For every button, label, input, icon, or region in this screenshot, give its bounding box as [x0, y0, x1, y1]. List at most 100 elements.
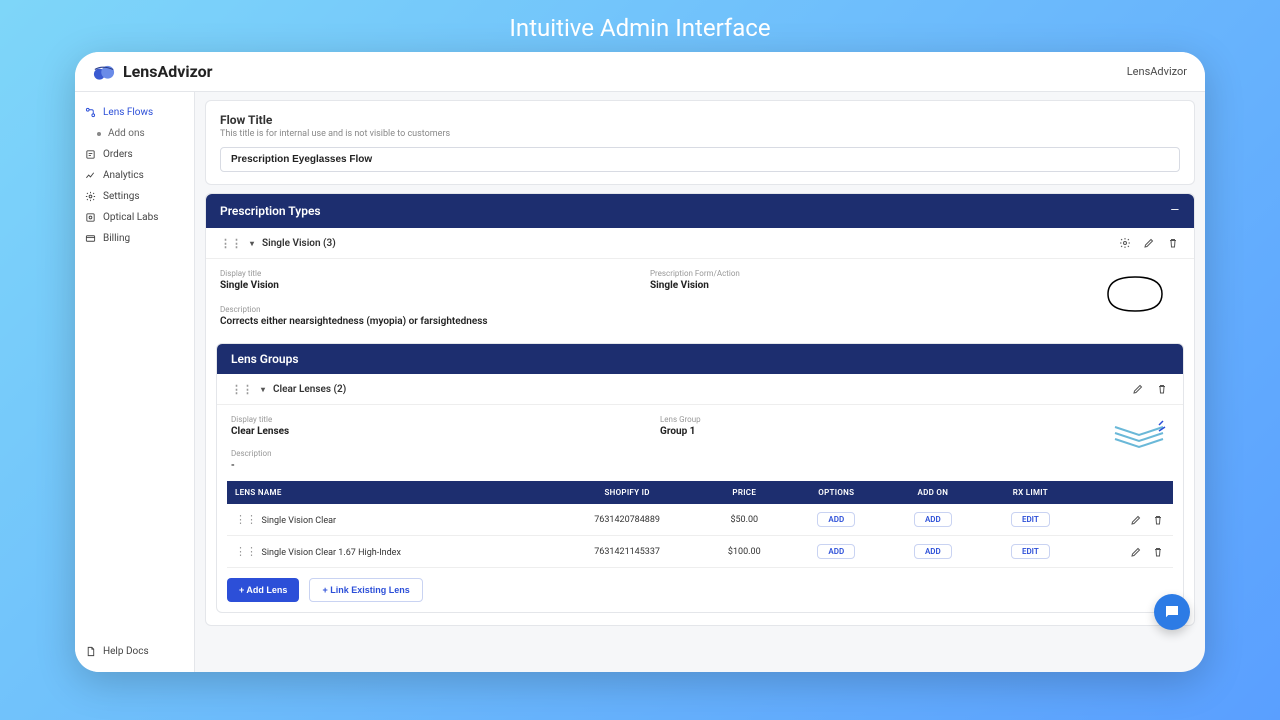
flow-icon — [85, 107, 96, 118]
rxlimit-edit-button[interactable]: EDIT — [1011, 544, 1050, 559]
drag-handle-icon[interactable]: ⋮⋮ — [220, 237, 242, 250]
sidebar-item-label: Add ons — [108, 128, 145, 139]
lens-group-row[interactable]: ⋮⋮ ▾ Clear Lenses (2) — [217, 374, 1183, 405]
frame-title: Intuitive Admin Interface — [0, 0, 1280, 52]
sidebar-item-analytics[interactable]: Analytics — [75, 165, 194, 186]
description-value: Corrects either nearsightedness (myopia)… — [220, 316, 650, 327]
link-existing-lens-button[interactable]: + Link Existing Lens — [309, 578, 422, 602]
delete-icon[interactable] — [1151, 545, 1165, 559]
edit-icon[interactable] — [1142, 236, 1156, 250]
collapse-toggle[interactable]: − — [1170, 202, 1180, 220]
lens-buttons: + Add Lens + Link Existing Lens — [217, 568, 1183, 612]
col-lens-name: LENS NAME — [227, 481, 554, 504]
sidebar-item-label: Lens Flows — [103, 107, 153, 118]
group-display-title-value: Clear Lenses — [231, 426, 660, 437]
add-lens-button[interactable]: + Add Lens — [227, 578, 299, 602]
lens-groups-section: Lens Groups ⋮⋮ ▾ Clear Lenses (2) — [216, 343, 1184, 613]
group-value: Group 1 — [660, 426, 1089, 437]
doc-icon — [85, 646, 96, 657]
prescription-types-header: Prescription Types − — [206, 194, 1194, 228]
sidebar-item-addons[interactable]: Add ons — [75, 123, 194, 144]
chevron-down-icon[interactable]: ▾ — [261, 385, 265, 394]
col-options: OPTIONS — [788, 481, 885, 504]
edit-icon[interactable] — [1131, 382, 1145, 396]
brand-name: LensAdvizor — [123, 62, 212, 81]
sidebar-item-lens-flows[interactable]: Lens Flows — [75, 102, 194, 123]
lens-group-detail: Display title Clear Lenses Description -… — [217, 405, 1183, 477]
lens-stack-icon — [1109, 415, 1169, 471]
shopify-id: 7631420784889 — [554, 504, 701, 536]
device-frame: LensAdvizor LensAdvizor Lens Flows Add o… — [75, 52, 1205, 672]
group-label: Lens Group — [660, 415, 1089, 424]
delete-icon[interactable] — [1151, 513, 1165, 527]
chat-widget[interactable] — [1154, 594, 1190, 630]
sidebar-item-label: Orders — [103, 149, 133, 160]
edit-icon[interactable] — [1129, 545, 1143, 559]
drag-handle-icon[interactable]: ⋮⋮ — [235, 513, 257, 526]
settings-icon[interactable] — [1118, 236, 1132, 250]
sidebar-item-label: Settings — [103, 191, 140, 202]
rxlimit-edit-button[interactable]: EDIT — [1011, 512, 1050, 527]
options-add-button[interactable]: ADD — [817, 512, 855, 527]
delete-icon[interactable] — [1166, 236, 1180, 250]
flow-title-label: Flow Title — [220, 113, 1180, 127]
group-desc-value: - — [231, 460, 660, 471]
billing-icon — [85, 233, 96, 244]
sidebar-item-billing[interactable]: Billing — [75, 228, 194, 249]
group-title: Clear Lenses (2) — [273, 384, 346, 395]
sidebar-item-label: Optical Labs — [103, 212, 158, 223]
sidebar-item-settings[interactable]: Settings — [75, 186, 194, 207]
section-title: Lens Groups — [231, 352, 299, 366]
display-title-value: Single Vision — [220, 280, 650, 291]
help-docs-label: Help Docs — [103, 646, 149, 657]
delete-icon[interactable] — [1155, 382, 1169, 396]
col-actions — [1080, 481, 1173, 504]
sidebar-item-label: Billing — [103, 233, 130, 244]
sidebar-item-label: Analytics — [103, 170, 144, 181]
chevron-down-icon[interactable]: ▾ — [250, 239, 254, 248]
analytics-icon — [85, 170, 96, 181]
drag-handle-icon[interactable]: ⋮⋮ — [235, 545, 257, 558]
group-desc-label: Description — [231, 449, 660, 458]
chat-icon — [1163, 603, 1181, 621]
form-action-label: Prescription Form/Action — [650, 269, 1080, 278]
lens-groups-header: Lens Groups — [217, 344, 1183, 374]
prescription-detail: Display title Single Vision Description … — [206, 259, 1194, 343]
topbar: LensAdvizor LensAdvizor — [75, 52, 1205, 92]
col-rxlimit: RX LIMIT — [981, 481, 1079, 504]
price: $100.00 — [701, 536, 789, 568]
sidebar-nav: Lens Flows Add ons Orders Analytics Sett… — [75, 102, 194, 249]
edit-icon[interactable] — [1129, 513, 1143, 527]
account-name[interactable]: LensAdvizor — [1127, 65, 1187, 78]
brand-logo-icon — [93, 64, 115, 80]
description-label: Description — [220, 305, 650, 314]
type-title: Single Vision (3) — [262, 238, 336, 249]
gear-icon — [85, 191, 96, 202]
display-title-label: Display title — [220, 269, 650, 278]
addon-add-button[interactable]: ADD — [914, 512, 952, 527]
options-add-button[interactable]: ADD — [817, 544, 855, 559]
lens-name: Single Vision Clear — [261, 516, 336, 526]
help-docs-link[interactable]: Help Docs — [75, 641, 194, 662]
lens-shape-icon — [1100, 269, 1180, 327]
drag-handle-icon[interactable]: ⋮⋮ — [231, 383, 253, 396]
table-row: ⋮⋮ Single Vision Clear 7631420784889$50.0… — [227, 504, 1173, 536]
flow-title-subtitle: This title is for internal use and is no… — [220, 129, 1180, 139]
prescription-type-row[interactable]: ⋮⋮ ▾ Single Vision (3) — [206, 228, 1194, 259]
lens-name: Single Vision Clear 1.67 High-Index — [261, 548, 400, 558]
col-addon: ADD ON — [885, 481, 982, 504]
col-price: PRICE — [701, 481, 789, 504]
sidebar-item-optical-labs[interactable]: Optical Labs — [75, 207, 194, 228]
table-header-row: LENS NAME SHOPIFY ID PRICE OPTIONS ADD O… — [227, 481, 1173, 504]
shopify-id: 7631421145337 — [554, 536, 701, 568]
flow-title-input[interactable] — [220, 147, 1180, 172]
sidebar-item-orders[interactable]: Orders — [75, 144, 194, 165]
table-row: ⋮⋮ Single Vision Clear 1.67 High-Index 76… — [227, 536, 1173, 568]
addon-add-button[interactable]: ADD — [914, 544, 952, 559]
sidebar: Lens Flows Add ons Orders Analytics Sett… — [75, 92, 195, 672]
lab-icon — [85, 212, 96, 223]
lens-table: LENS NAME SHOPIFY ID PRICE OPTIONS ADD O… — [227, 481, 1173, 568]
price: $50.00 — [701, 504, 789, 536]
group-display-title-label: Display title — [231, 415, 660, 424]
col-shopify-id: SHOPIFY ID — [554, 481, 701, 504]
